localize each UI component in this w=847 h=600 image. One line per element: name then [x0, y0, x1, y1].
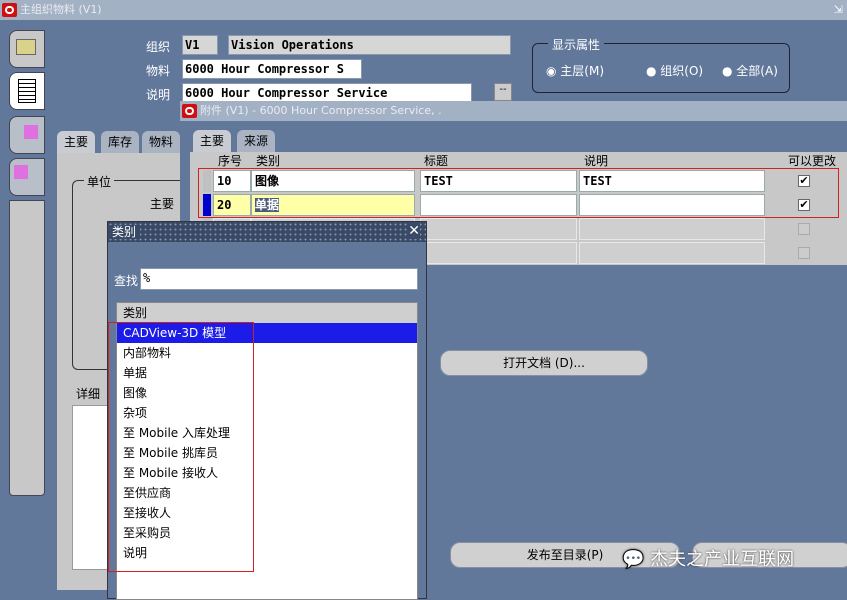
tab-inventory[interactable]: 库存	[101, 131, 140, 153]
org-name-field[interactable]: Vision Operations	[228, 35, 511, 55]
attach-tab-source[interactable]: 来源	[237, 130, 276, 152]
main-window-title: 主组织物料 (V1)	[20, 3, 102, 16]
org-code-field[interactable]: V1	[182, 35, 218, 55]
watermark: 💬 杰夫之产业互联网	[622, 549, 795, 570]
col-seq: 序号	[218, 154, 243, 168]
col-category: 类别	[256, 154, 281, 168]
primary-unit-label: 主要	[150, 197, 175, 211]
oracle-logo-icon	[182, 104, 197, 118]
oracle-logo-icon	[2, 3, 17, 17]
changeable-checkbox[interactable]	[798, 247, 810, 259]
cell-title[interactable]	[420, 242, 577, 264]
cell-description[interactable]	[579, 218, 765, 240]
lov-titlebar: 类别 ✕	[108, 222, 426, 242]
attachments-titlebar: 附件 (V1) - 6000 Hour Compressor Service, …	[180, 101, 847, 121]
col-changeable: 可以更改	[788, 154, 837, 168]
sidetab-folder-icon[interactable]	[9, 30, 45, 68]
attach-tab-main[interactable]: 主要	[193, 130, 232, 152]
desc-label: 说明	[146, 88, 171, 102]
cell-description[interactable]	[579, 242, 765, 264]
radio-primary-label: 主层(M)	[560, 64, 605, 78]
rows-annotation-box	[198, 168, 839, 218]
main-window-titlebar: 主组织物料 (V1) ⇲	[0, 0, 847, 20]
find-input[interactable]: %	[140, 268, 418, 290]
list-annotation-box	[108, 322, 254, 572]
col-description: 说明	[584, 154, 609, 168]
radio-org-label: 组织(O)	[660, 64, 704, 78]
unit-group-title: 单位	[84, 173, 115, 190]
radio-all[interactable]: ● 全部(A)	[722, 62, 778, 79]
tab-main[interactable]: 主要	[57, 131, 96, 153]
watermark-text: 杰夫之产业互联网	[650, 549, 795, 570]
open-document-button[interactable]: 打开文档 (D)...	[440, 350, 648, 376]
display-attributes-title: 显示属性	[548, 36, 605, 53]
radio-primary[interactable]: ◉ 主层(M)	[546, 62, 604, 79]
desc-expand-button[interactable]: --	[494, 83, 512, 101]
org-label: 组织	[146, 40, 171, 54]
item-field[interactable]: 6000 Hour Compressor S	[182, 59, 362, 79]
radio-org[interactable]: ● 组织(O)	[646, 62, 703, 79]
col-title: 标题	[424, 154, 449, 168]
window-controls-icon[interactable]: ⇲	[834, 0, 843, 20]
tab-item[interactable]: 物料	[142, 131, 181, 153]
lov-title: 类别	[108, 225, 141, 239]
item-label: 物料	[146, 64, 171, 78]
desc-field[interactable]: 6000 Hour Compressor Service	[182, 83, 472, 103]
cell-title[interactable]	[420, 218, 577, 240]
close-icon[interactable]: ✕	[408, 223, 420, 239]
lov-column-header: 类别	[117, 303, 417, 323]
detail-label: 详细	[76, 387, 101, 401]
changeable-checkbox[interactable]	[798, 223, 810, 235]
sidetab-building-icon[interactable]	[9, 116, 45, 154]
sidetab-panel	[9, 200, 45, 496]
lov-dialog: 类别 ✕ 查找 % 类别 CADView-3D 模型 内部物料 单据 图像 杂项至 Mo…	[107, 221, 427, 600]
radio-all-label: 全部(A)	[736, 64, 778, 78]
sidetab-list-icon[interactable]	[9, 72, 45, 110]
find-label: 查找	[114, 274, 139, 288]
sidetab-item-list-icon[interactable]	[9, 158, 45, 196]
attachments-title: 附件 (V1) - 6000 Hour Compressor Service, …	[200, 104, 442, 117]
detail-field[interactable]	[72, 405, 112, 570]
